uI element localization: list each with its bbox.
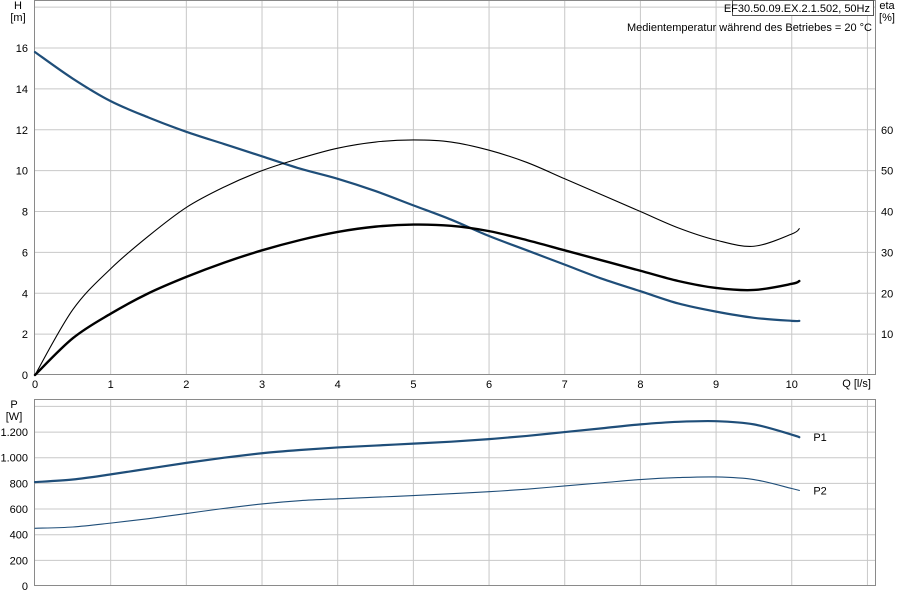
- p-tick-label: 1.200: [0, 427, 28, 439]
- x-tick-label: 10: [786, 379, 798, 391]
- p-tick-label: 800: [10, 478, 28, 490]
- eta-tick-label: 20: [881, 288, 893, 300]
- x-tick-label: 6: [486, 379, 492, 391]
- x-tick-label: 5: [410, 379, 416, 391]
- power-curve-p2: [34, 476, 800, 529]
- h-tick-label: 16: [16, 43, 28, 55]
- h-tick-label: 2: [22, 329, 28, 341]
- head-curve: [33, 50, 801, 323]
- h-tick-label: 10: [16, 166, 28, 178]
- q-axis-label: Q [l/s]: [842, 378, 871, 390]
- p-axis-label: P: [10, 399, 17, 411]
- model-info-text: EF30.50.09.EX.2.1.502, 50Hz: [724, 3, 870, 15]
- chart-canvas: 0 1 2 3 4 5 6 7 8 9 10 0246810121416 102030405060 …: [0, 0, 896, 593]
- eta-tick-label: 50: [881, 166, 893, 178]
- eta-axis-unit: [%]: [879, 12, 895, 24]
- h-tick-label: 8: [22, 207, 28, 219]
- p-tick-label: 400: [10, 530, 28, 542]
- eta-tick-label: 30: [881, 247, 893, 259]
- x-tick-label: 3: [259, 379, 265, 391]
- x-tick-label: 8: [637, 379, 643, 391]
- eta-tick-label: 40: [881, 207, 893, 219]
- top-x-tick-labels: 0 1 2 3 4 5 6 7 8 9 10: [32, 379, 798, 391]
- top-y-tick-labels: 0 2 4 6 8 10 12 14 16: [16, 43, 28, 382]
- top-y2-tick-labels: 10 20 30 40 50 60: [881, 125, 893, 341]
- x-tick-label: 9: [713, 379, 719, 391]
- top-plot-frame: [34, 0, 876, 375]
- eta-tick-label: 60: [881, 125, 893, 137]
- h-axis-label: H: [14, 0, 22, 12]
- bottom-plot-frame: [34, 399, 876, 586]
- x-tick-label: 7: [562, 379, 568, 391]
- power-curve-p1: [33, 419, 801, 484]
- medium-temperature-note: Medientemperatur während des Betriebes =…: [627, 22, 872, 34]
- p-tick-label: 600: [10, 504, 28, 516]
- bottom-y-tick-labels: 0 200 400 600 800 1.000 1.200: [0, 427, 28, 593]
- h-tick-label: 0: [22, 370, 28, 382]
- eta-pump-curve: [33, 223, 801, 377]
- top-plot-grid: [35, 1, 875, 375]
- p-axis-unit: [W]: [6, 411, 23, 423]
- p-tick-label: 200: [10, 555, 28, 567]
- x-tick-label: 4: [335, 379, 341, 391]
- x-tick-label: 2: [183, 379, 189, 391]
- h-tick-label: 12: [16, 125, 28, 137]
- eta-axis-label: eta: [879, 0, 895, 12]
- bottom-series-labels: P1 P2: [813, 432, 826, 497]
- h-tick-label: 4: [22, 288, 28, 300]
- series-label-p1: P1: [813, 432, 826, 444]
- x-tick-label: 1: [108, 379, 114, 391]
- x-tick-label: 0: [32, 379, 38, 391]
- pump-performance-chart: 0 1 2 3 4 5 6 7 8 9 10 0 2 4 6 8 10 12 14 16 10 20 30 40 50 60 …: [0, 0, 900, 600]
- h-tick-label: 14: [16, 84, 28, 96]
- series-label-p2: P2: [813, 485, 826, 497]
- p-tick-label: 0: [22, 581, 28, 593]
- h-axis-unit: [m]: [10, 12, 25, 24]
- h-tick-label: 6: [22, 247, 28, 259]
- eta-tick-label: 10: [881, 329, 893, 341]
- eta-total-curve: [34, 139, 800, 376]
- p-tick-label: 1.000: [0, 453, 28, 465]
- bottom-plot-curves: [33, 419, 801, 529]
- top-plot-curves: [33, 50, 801, 377]
